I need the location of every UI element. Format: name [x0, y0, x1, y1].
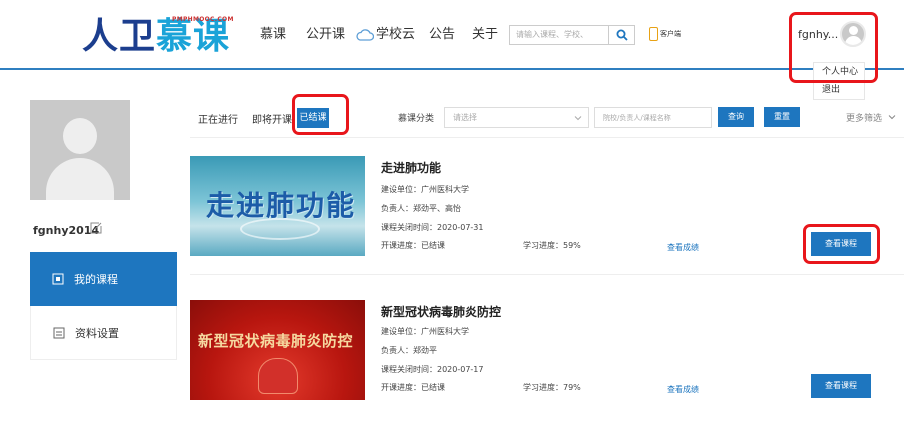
course-progress: 学习进度：59%	[523, 241, 581, 250]
course-status: 开课进度：已结课	[381, 241, 445, 250]
search-button[interactable]	[609, 25, 635, 45]
menu-item-logout[interactable]: 退出	[814, 81, 864, 99]
keyword-input[interactable]: 院校/负责人/课程名称	[594, 107, 712, 128]
category-select-value: 请选择	[453, 113, 477, 122]
site-header: 人卫慕课 PMPHMOOC.COM 慕课 公开课 学校云 公告 关于 请输入课程…	[0, 0, 904, 70]
course-progress: 学习进度：79%	[523, 383, 581, 392]
phone-icon	[649, 27, 658, 41]
search-icon	[616, 29, 628, 41]
user-name-short[interactable]: fgnhy...	[798, 28, 838, 41]
sidebar-item-profile-settings[interactable]: 资料设置	[30, 306, 177, 360]
reset-button[interactable]: 重置	[764, 107, 800, 127]
more-filters-label: 更多筛选	[846, 114, 883, 124]
lung-graphic	[258, 358, 298, 394]
nav-school-cloud-label: 学校云	[376, 27, 416, 42]
course-icon	[52, 273, 64, 285]
divider	[190, 274, 904, 275]
course-title[interactable]: 新型冠状病毒肺炎防控	[381, 303, 501, 320]
course-title[interactable]: 走进肺功能	[381, 159, 441, 176]
cloud-icon	[356, 29, 374, 41]
menu-item-personal-center[interactable]: 个人中心	[814, 63, 864, 81]
chevron-down-icon	[574, 116, 582, 121]
sidebar-item-label: 资料设置	[75, 326, 119, 340]
nav-open-course[interactable]: 公开课	[306, 26, 345, 44]
course-lead: 负责人：郑劲平	[381, 346, 437, 355]
course-lead: 负责人：郑劲平、高怡	[381, 204, 461, 213]
course-filter-bar: 正在进行 即将开课 已结课 慕课分类 请选择 院校/负责人/课程名称 查询 重置…	[190, 98, 904, 138]
course-card: 新型冠状病毒肺炎防控 新型冠状病毒肺炎防控 建设单位：广州医科大学 负责人：郑劲…	[190, 300, 904, 410]
view-course-button[interactable]: 查看课程	[811, 232, 871, 256]
settings-icon	[53, 327, 65, 338]
logo-text: 人卫	[82, 15, 157, 57]
sidebar-nav: 我的课程 资料设置	[30, 252, 177, 360]
course-status: 开课进度：已结课	[381, 383, 445, 392]
tab-ongoing[interactable]: 正在进行	[198, 111, 238, 126]
nav-mooc[interactable]: 慕课	[260, 26, 286, 44]
nav-school-cloud[interactable]: 学校云	[356, 26, 415, 44]
edit-icon[interactable]	[90, 222, 102, 234]
logo-domain: PMPHMOOC.COM	[172, 16, 234, 23]
sidebar-item-label: 我的课程	[74, 273, 118, 286]
user-dropdown-menu: 个人中心 退出	[813, 62, 865, 100]
category-label: 慕课分类	[398, 114, 435, 124]
nav-about[interactable]: 关于	[472, 26, 498, 44]
client-label: 客户端	[660, 30, 681, 38]
course-unit: 建设单位：广州医科大学	[381, 185, 469, 194]
profile-avatar[interactable]	[30, 100, 130, 200]
course-thumbnail[interactable]: 走进肺功能	[190, 156, 365, 256]
more-filters-link[interactable]: 更多筛选	[846, 111, 896, 124]
view-course-button[interactable]: 查看课程	[811, 374, 871, 398]
course-thumbnail[interactable]: 新型冠状病毒肺炎防控	[190, 300, 365, 400]
query-button[interactable]: 查询	[718, 107, 754, 127]
site-logo[interactable]: 人卫慕课 PMPHMOOC.COM	[82, 14, 242, 58]
thumbnail-title: 新型冠状病毒肺炎防控	[198, 332, 354, 350]
tab-upcoming[interactable]: 即将开课	[252, 111, 292, 126]
view-score-link[interactable]: 查看成绩	[667, 384, 699, 395]
course-card: 走进肺功能 走进肺功能 建设单位：广州医科大学 负责人：郑劲平、高怡 课程关闭时…	[190, 156, 904, 266]
course-close-time: 课程关闭时间：2020-07-31	[381, 223, 484, 232]
search-input[interactable]: 请输入课程、学校、	[509, 25, 609, 45]
course-unit: 建设单位：广州医科大学	[381, 327, 469, 336]
nav-announcement[interactable]: 公告	[429, 26, 455, 44]
view-score-link[interactable]: 查看成绩	[667, 242, 699, 253]
chevron-down-icon	[888, 115, 896, 120]
user-avatar[interactable]	[840, 21, 866, 47]
tab-finished[interactable]: 已结课	[297, 108, 329, 128]
sidebar-item-my-courses[interactable]: 我的课程	[30, 252, 177, 306]
course-close-time: 课程关闭时间：2020-07-17	[381, 365, 484, 374]
category-select[interactable]: 请选择	[444, 107, 589, 128]
client-download-link[interactable]: 客户端	[649, 27, 681, 41]
